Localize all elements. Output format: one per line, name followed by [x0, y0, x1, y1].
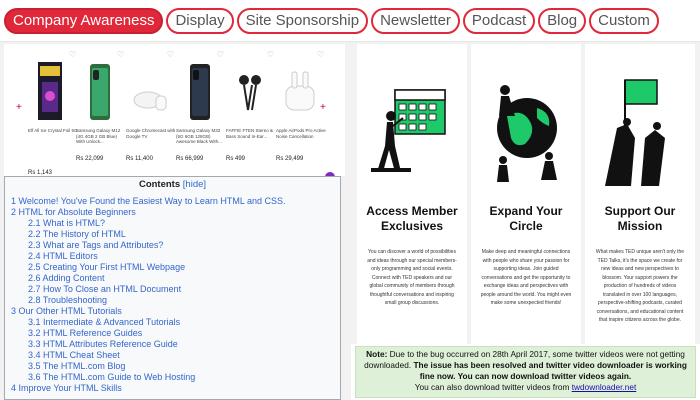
feature-description: What makes TED unique aren't only the TE… — [595, 249, 685, 323]
toc-item[interactable]: 2.4 HTML Editors — [11, 251, 334, 262]
toc-item[interactable]: 3.1 Intermediate & Advanced Tutorials — [11, 317, 334, 328]
tab-newsletter[interactable]: Newsletter — [371, 7, 460, 34]
product-price: Rs 29,499 — [276, 156, 304, 162]
product-card[interactable]: ♡ Google Chromecast with Google TV Rs 11… — [126, 44, 176, 176]
product-name: FAFFIE FTEN Stereo & Bass Sound In-Ear..… — [226, 128, 274, 139]
toc-item[interactable]: 2.6 Adding Content — [11, 273, 334, 284]
chromecast-icon — [133, 91, 167, 111]
product-price: Rs 11,400 — [126, 156, 153, 162]
feature-card: Expand Your Circle Make deep and meaning… — [471, 44, 581, 344]
notice-footer-text: You can also download twitter videos fro… — [414, 382, 572, 392]
page: Company Awareness Display Site Sponsorsh… — [0, 0, 700, 400]
tab-display[interactable]: Display — [166, 7, 234, 34]
feature-title: Support Our Mission — [604, 204, 676, 233]
toc-item[interactable]: 4 Improve Your HTML Skills — [11, 383, 334, 394]
toc-item[interactable]: 3.3 HTML Attributes Reference Guide — [11, 339, 334, 350]
feature-card: Support Our Mission What makes TED uniqu… — [585, 44, 695, 344]
product-card[interactable]: ♡ Elf All Ice Crystal Foil 5G Rs 1,143 — [28, 44, 78, 176]
wishlist-icon[interactable]: ♡ — [267, 50, 274, 59]
table-of-contents: Contents [hide] 1 Welcome! You've Found … — [4, 176, 341, 400]
notice-label: Note: — [366, 349, 388, 359]
feature-description: Make deep and meaningful connections wit… — [480, 249, 572, 306]
product-card[interactable]: ♡ Samsung Galaxy M32 (5G 6GB 128GB) Awes… — [176, 44, 224, 176]
product-card[interactable]: ♡ Samsung Galaxy M12 (4G 4GB 2 GB Blue) … — [76, 44, 124, 176]
airpods-icon — [285, 71, 315, 111]
wishlist-icon[interactable]: ♡ — [167, 50, 174, 59]
toc-hide-link[interactable]: [hide] — [183, 179, 206, 190]
tab-site-sponsorship[interactable]: Site Sponsorship — [236, 7, 369, 34]
toc-item[interactable]: 2.8 Troubleshooting — [11, 295, 334, 306]
product-card[interactable]: ♡ Apple AirPods Pro Active Noise Cancell… — [276, 44, 326, 176]
toc-item[interactable]: 2.3 What are Tags and Attributes? — [11, 240, 334, 251]
ad-category-tabs: Company Awareness Display Site Sponsorsh… — [0, 0, 700, 42]
globe-people-icon — [497, 85, 557, 182]
toc-item[interactable]: 3 Our Other HTML Tutorials — [11, 306, 334, 317]
product-name: Google Chromecast with Google TV — [126, 128, 176, 139]
toc-item[interactable]: 2 HTML for Absolute Beginners — [11, 207, 334, 218]
tab-custom[interactable]: Custom — [589, 7, 659, 34]
phone-icon — [90, 64, 110, 120]
member-benefits: Access Member Exclusives You can discove… — [351, 44, 700, 344]
notice-box: Note: Due to the bug occurred on 28th Ap… — [351, 344, 700, 400]
product-name: Apple AirPods Pro Active Noise Cancellat… — [276, 128, 326, 139]
product-card[interactable]: ♡ FAFFIE FTEN Stereo & Bass Sound In-Ear… — [226, 44, 274, 176]
toc-item[interactable]: 3.2 HTML Reference Guides — [11, 328, 334, 339]
toc-item[interactable]: 3.4 HTML Cheat Sheet — [11, 350, 334, 361]
product-carousel: + + ♡ Elf All Ice Crystal Foil 5G Rs 1,1… — [4, 44, 345, 182]
feature-card: Access Member Exclusives You can discove… — [357, 44, 467, 344]
toc-item[interactable]: 3.6 The HTML.com Guide to Web Hosting — [11, 372, 334, 383]
toc-item[interactable]: 2.1 What is HTML? — [11, 218, 334, 229]
earphones-icon — [239, 75, 261, 111]
wishlist-icon[interactable]: ♡ — [217, 50, 224, 59]
feature-title: Access Member Exclusives — [366, 204, 458, 233]
notice-inner: Note: Due to the bug occurred on 28th Ap… — [355, 346, 696, 398]
product-price: Rs 22,099 — [76, 156, 104, 162]
toc-title: Contents [hide] — [11, 179, 334, 190]
toc-item[interactable]: 1 Welcome! You've Found the Easiest Way … — [11, 196, 334, 207]
toc-list: 1 Welcome! You've Found the Easiest Way … — [11, 196, 334, 394]
toc-heading: Contents — [138, 179, 181, 190]
product-price: Rs 66,999 — [176, 156, 204, 162]
product-name: Samsung Galaxy M32 (5G 6GB 128GB) Awesom… — [176, 128, 222, 144]
toc-item[interactable]: 2.5 Creating Your First HTML Webpage — [11, 262, 334, 273]
toc-item[interactable]: 2.2 The History of HTML — [11, 229, 334, 240]
product-price: Rs 499 — [226, 156, 246, 162]
toc-item[interactable]: 2.7 How To Close an HTML Document — [11, 284, 334, 295]
product-name: Samsung Galaxy M12 (4G 4GB 2 GB Blue) Wi… — [76, 128, 121, 144]
wishlist-icon[interactable]: ♡ — [317, 50, 324, 59]
calendar-person-icon — [371, 89, 446, 172]
tab-company-awareness[interactable]: Company Awareness — [4, 7, 164, 34]
toc-item[interactable]: 3.5 The HTML.com Blog — [11, 361, 334, 372]
wishlist-icon[interactable]: ♡ — [117, 50, 124, 59]
feature-description: You can discover a world of possibilitie… — [367, 249, 457, 306]
feature-title: Expand Your Circle — [489, 204, 563, 233]
twdownloader-link[interactable]: twdownloader.net — [572, 382, 637, 392]
carousel-prev-icon[interactable]: + — [16, 102, 22, 113]
phone-icon — [190, 64, 210, 120]
notice-bold-text: The issue has been resolved and twitter … — [413, 360, 687, 381]
hands-flag-icon — [605, 79, 665, 186]
wishlist-icon[interactable]: ♡ — [69, 50, 76, 59]
tab-blog[interactable]: Blog — [538, 7, 587, 34]
book-icon — [38, 62, 62, 120]
tab-podcast[interactable]: Podcast — [462, 7, 536, 34]
product-name: Elf All Ice Crystal Foil 5G — [28, 128, 78, 133]
